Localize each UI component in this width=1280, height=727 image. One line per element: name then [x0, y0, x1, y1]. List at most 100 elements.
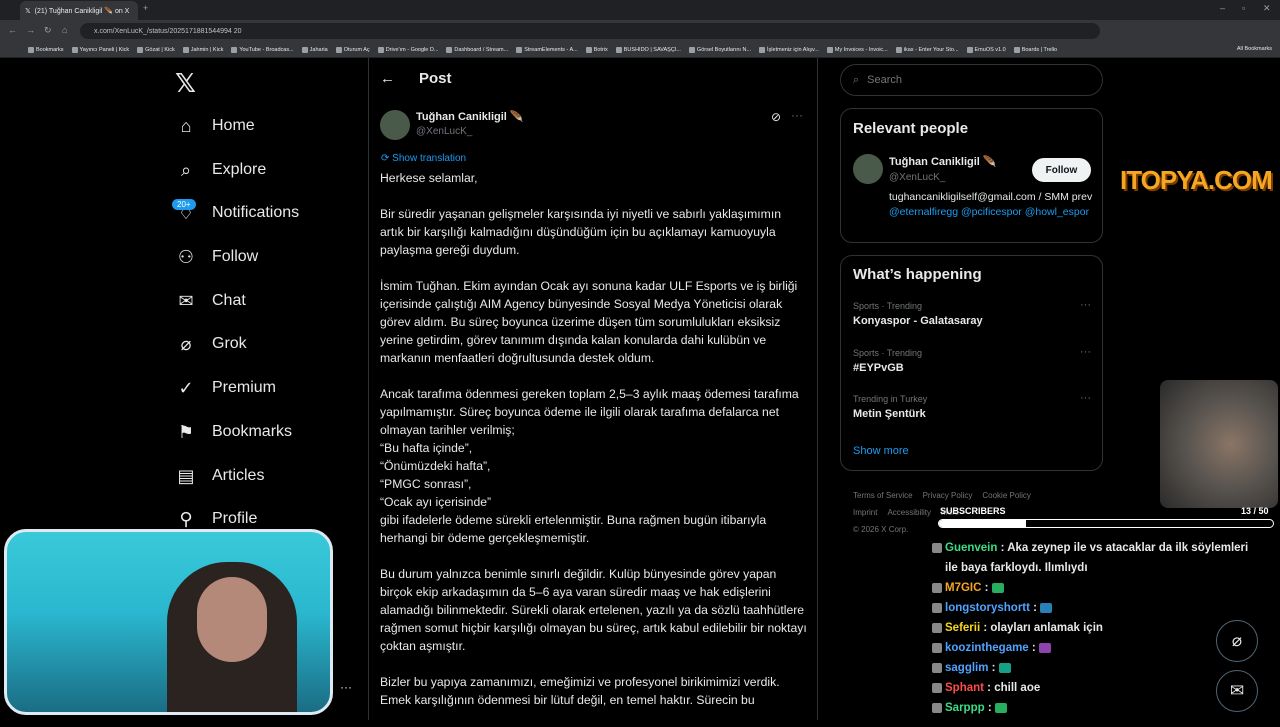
trend-item[interactable]: Sports · Trending Konyaspor - Galatasaray…	[853, 299, 1093, 327]
chat-emote-icon	[1040, 602, 1053, 613]
bookmark-item[interactable]: Bookmarks	[28, 46, 64, 53]
chat-emote-icon	[991, 582, 1004, 593]
close-window-icon[interactable]: ✕	[1263, 3, 1271, 14]
grok-explain-icon[interactable]: ⊘	[771, 110, 781, 124]
trend-name: Konyaspor - Galatasaray	[853, 315, 983, 327]
footer-link[interactable]: Accessibility	[887, 508, 931, 517]
x-logo-icon[interactable]: 𝕏	[175, 68, 196, 99]
chat-message: Sphant : chill aoe	[932, 678, 1262, 698]
back-icon[interactable]: ←	[8, 25, 17, 35]
trend-item[interactable]: Sports · Trending #EYPvGB ···	[853, 346, 1093, 374]
chat-username: sagglim	[945, 662, 989, 674]
more-options-icon[interactable]: ···	[340, 680, 352, 694]
trend-more-icon[interactable]: ···	[1080, 392, 1091, 404]
trend-more-icon[interactable]: ···	[1080, 346, 1091, 358]
footer-link[interactable]: Privacy Policy	[923, 491, 973, 500]
chat-text: chill aoe	[994, 682, 1041, 694]
nav-item-chat[interactable]: ✉ Chat	[176, 289, 245, 313]
browser-tab[interactable]: 𝕏 (21) Tuğhan Canikligil 🪶 on X	[20, 1, 138, 20]
author-name[interactable]: Tuğhan Canikligil 🪶	[416, 110, 524, 123]
author-avatar[interactable]	[380, 110, 410, 140]
bookmark-item[interactable]: YouTube - Broadcas...	[231, 46, 294, 53]
grok-fab-icon[interactable]: ⌀	[1216, 620, 1258, 662]
copyright: © 2026 X Corp.	[853, 525, 909, 534]
chat-message: longstoryshortt :	[932, 598, 1262, 618]
stream-chat: Guenvein : Aka zeynep ile vs atacaklar d…	[932, 538, 1262, 718]
back-arrow-icon[interactable]: ←	[380, 70, 395, 87]
messages-fab-icon[interactable]: ✉	[1216, 670, 1258, 712]
bookmark-item[interactable]: Jahmin | Kick	[182, 46, 223, 53]
post-more-icon[interactable]: ···	[791, 108, 803, 122]
chat-separator: :	[997, 542, 1008, 554]
bookmark-item[interactable]: Boards | Trello	[1013, 46, 1057, 53]
bookmark-favicon-icon	[615, 46, 622, 53]
bookmark-item[interactable]: Dashboard / Stream...	[446, 46, 508, 53]
streamer-avatar-overlay	[1160, 380, 1278, 508]
nav-item-label: Bookmarks	[212, 423, 293, 440]
person-mentions[interactable]: @eternalfiregg @pcificespor @howl_espor	[889, 206, 1089, 218]
person-handle[interactable]: @XenLucK_	[889, 172, 945, 183]
nav-item-grok[interactable]: ⌀ Grok	[176, 332, 247, 356]
bookmark-item[interactable]: Yayıncı Paneli | Kick	[71, 46, 129, 53]
trend-category: Trending in Turkey	[853, 394, 928, 404]
trend-more-icon[interactable]: ···	[1080, 299, 1091, 311]
bookmark-item[interactable]: StreamElements - A...	[516, 46, 578, 53]
bookmark-favicon-icon	[335, 46, 342, 53]
nav-item-home[interactable]: ⌂ Home	[176, 114, 255, 138]
chat-emote-icon	[998, 662, 1011, 673]
footer-link[interactable]: Terms of Service	[853, 491, 913, 500]
author-handle[interactable]: @XenLucK_	[416, 126, 472, 137]
person-name[interactable]: Tuğhan Canikligil 🪶	[889, 155, 997, 168]
bookmark-item[interactable]: My Invoices - Invoic...	[826, 46, 888, 53]
bookmark-item[interactable]: Gözat | Kick	[137, 46, 175, 53]
bookmark-favicon-icon	[377, 46, 384, 53]
bookmark-item[interactable]: Oturum Aç	[335, 46, 370, 53]
new-tab-icon[interactable]: +	[143, 3, 148, 13]
bookmark-favicon-icon	[966, 46, 973, 53]
chat-badge-icon	[932, 603, 942, 613]
nav-item-profile[interactable]: ⚲ Profile	[176, 507, 257, 531]
trend-category: Sports · Trending	[853, 348, 923, 358]
search-input[interactable]: ⌕ Search	[840, 64, 1103, 96]
bookmark-favicon-icon	[28, 46, 34, 53]
nav-item-explore[interactable]: ⌕ Explore	[176, 158, 266, 182]
bookmarks-bar: Bookmarks Yayıncı Paneli | Kick Gözat | Ki…	[0, 42, 1280, 58]
follow-icon: ⚇	[177, 246, 195, 267]
bookmark-item[interactable]: BUSHIDO | SAVAŞÇI...	[615, 46, 681, 53]
home-icon[interactable]: ⌂	[62, 25, 67, 35]
trend-item[interactable]: Trending in Turkey Metin Şentürk ···	[853, 392, 1093, 420]
nav-item-label: Profile	[212, 510, 258, 527]
bookmark-favicon-icon	[71, 46, 78, 53]
forward-icon[interactable]: →	[26, 25, 35, 35]
bookmark-item[interactable]: İşletmeniz için Alışv...	[759, 46, 819, 53]
maximize-icon[interactable]: ▫	[1242, 3, 1245, 13]
all-bookmarks[interactable]: All Bookmarks	[1237, 46, 1272, 52]
person-avatar[interactable]	[853, 154, 883, 184]
nav-item-follow[interactable]: ⚇ Follow	[176, 245, 258, 269]
chat-username: Sphant	[945, 682, 984, 694]
follow-button[interactable]: Follow	[1032, 158, 1091, 182]
trend-category: Sports · Trending	[853, 301, 923, 311]
bookmark-item[interactable]: Drive'ım - Google D...	[377, 46, 438, 53]
bookmark-item[interactable]: Jaharia	[301, 46, 328, 53]
bookmark-item[interactable]: Botrix	[585, 46, 608, 53]
chat-message: koozinthegame :	[932, 638, 1262, 658]
nav-item-premium[interactable]: ✓ Premium	[176, 376, 276, 400]
minimize-icon[interactable]: –	[1220, 3, 1225, 13]
person-bio: tughancanikligilself@gmail.com / SMM pre…	[889, 191, 1093, 218]
address-toolbar: ← → ↻ ⌂ x.com/XenLucK_/status/2025171881…	[0, 20, 1280, 42]
footer-link[interactable]: Imprint	[853, 508, 877, 517]
reload-icon[interactable]: ↻	[44, 25, 52, 36]
show-translation-link[interactable]: ⟳ Show translation	[381, 153, 466, 164]
nav-item-articles[interactable]: ▤ Articles	[176, 464, 264, 488]
search-icon: ⌕	[853, 73, 860, 86]
nav-item-bookmarks[interactable]: ⚑ Bookmarks	[176, 420, 292, 444]
bookmark-item[interactable]: ikas - Enter Your Sto...	[895, 46, 959, 53]
bookmark-item[interactable]: EmuOS v1.0	[966, 46, 1006, 53]
show-more-link[interactable]: Show more	[853, 445, 909, 457]
footer-link[interactable]: Cookie Policy	[982, 491, 1030, 500]
bookmark-item[interactable]: Görsel Boyutlarını N...	[688, 46, 751, 53]
chat-username: Seferii	[945, 622, 981, 634]
bookmark-favicon-icon	[688, 46, 695, 53]
url-field[interactable]: x.com/XenLucK_/status/2025171881544994 2…	[80, 23, 1100, 39]
